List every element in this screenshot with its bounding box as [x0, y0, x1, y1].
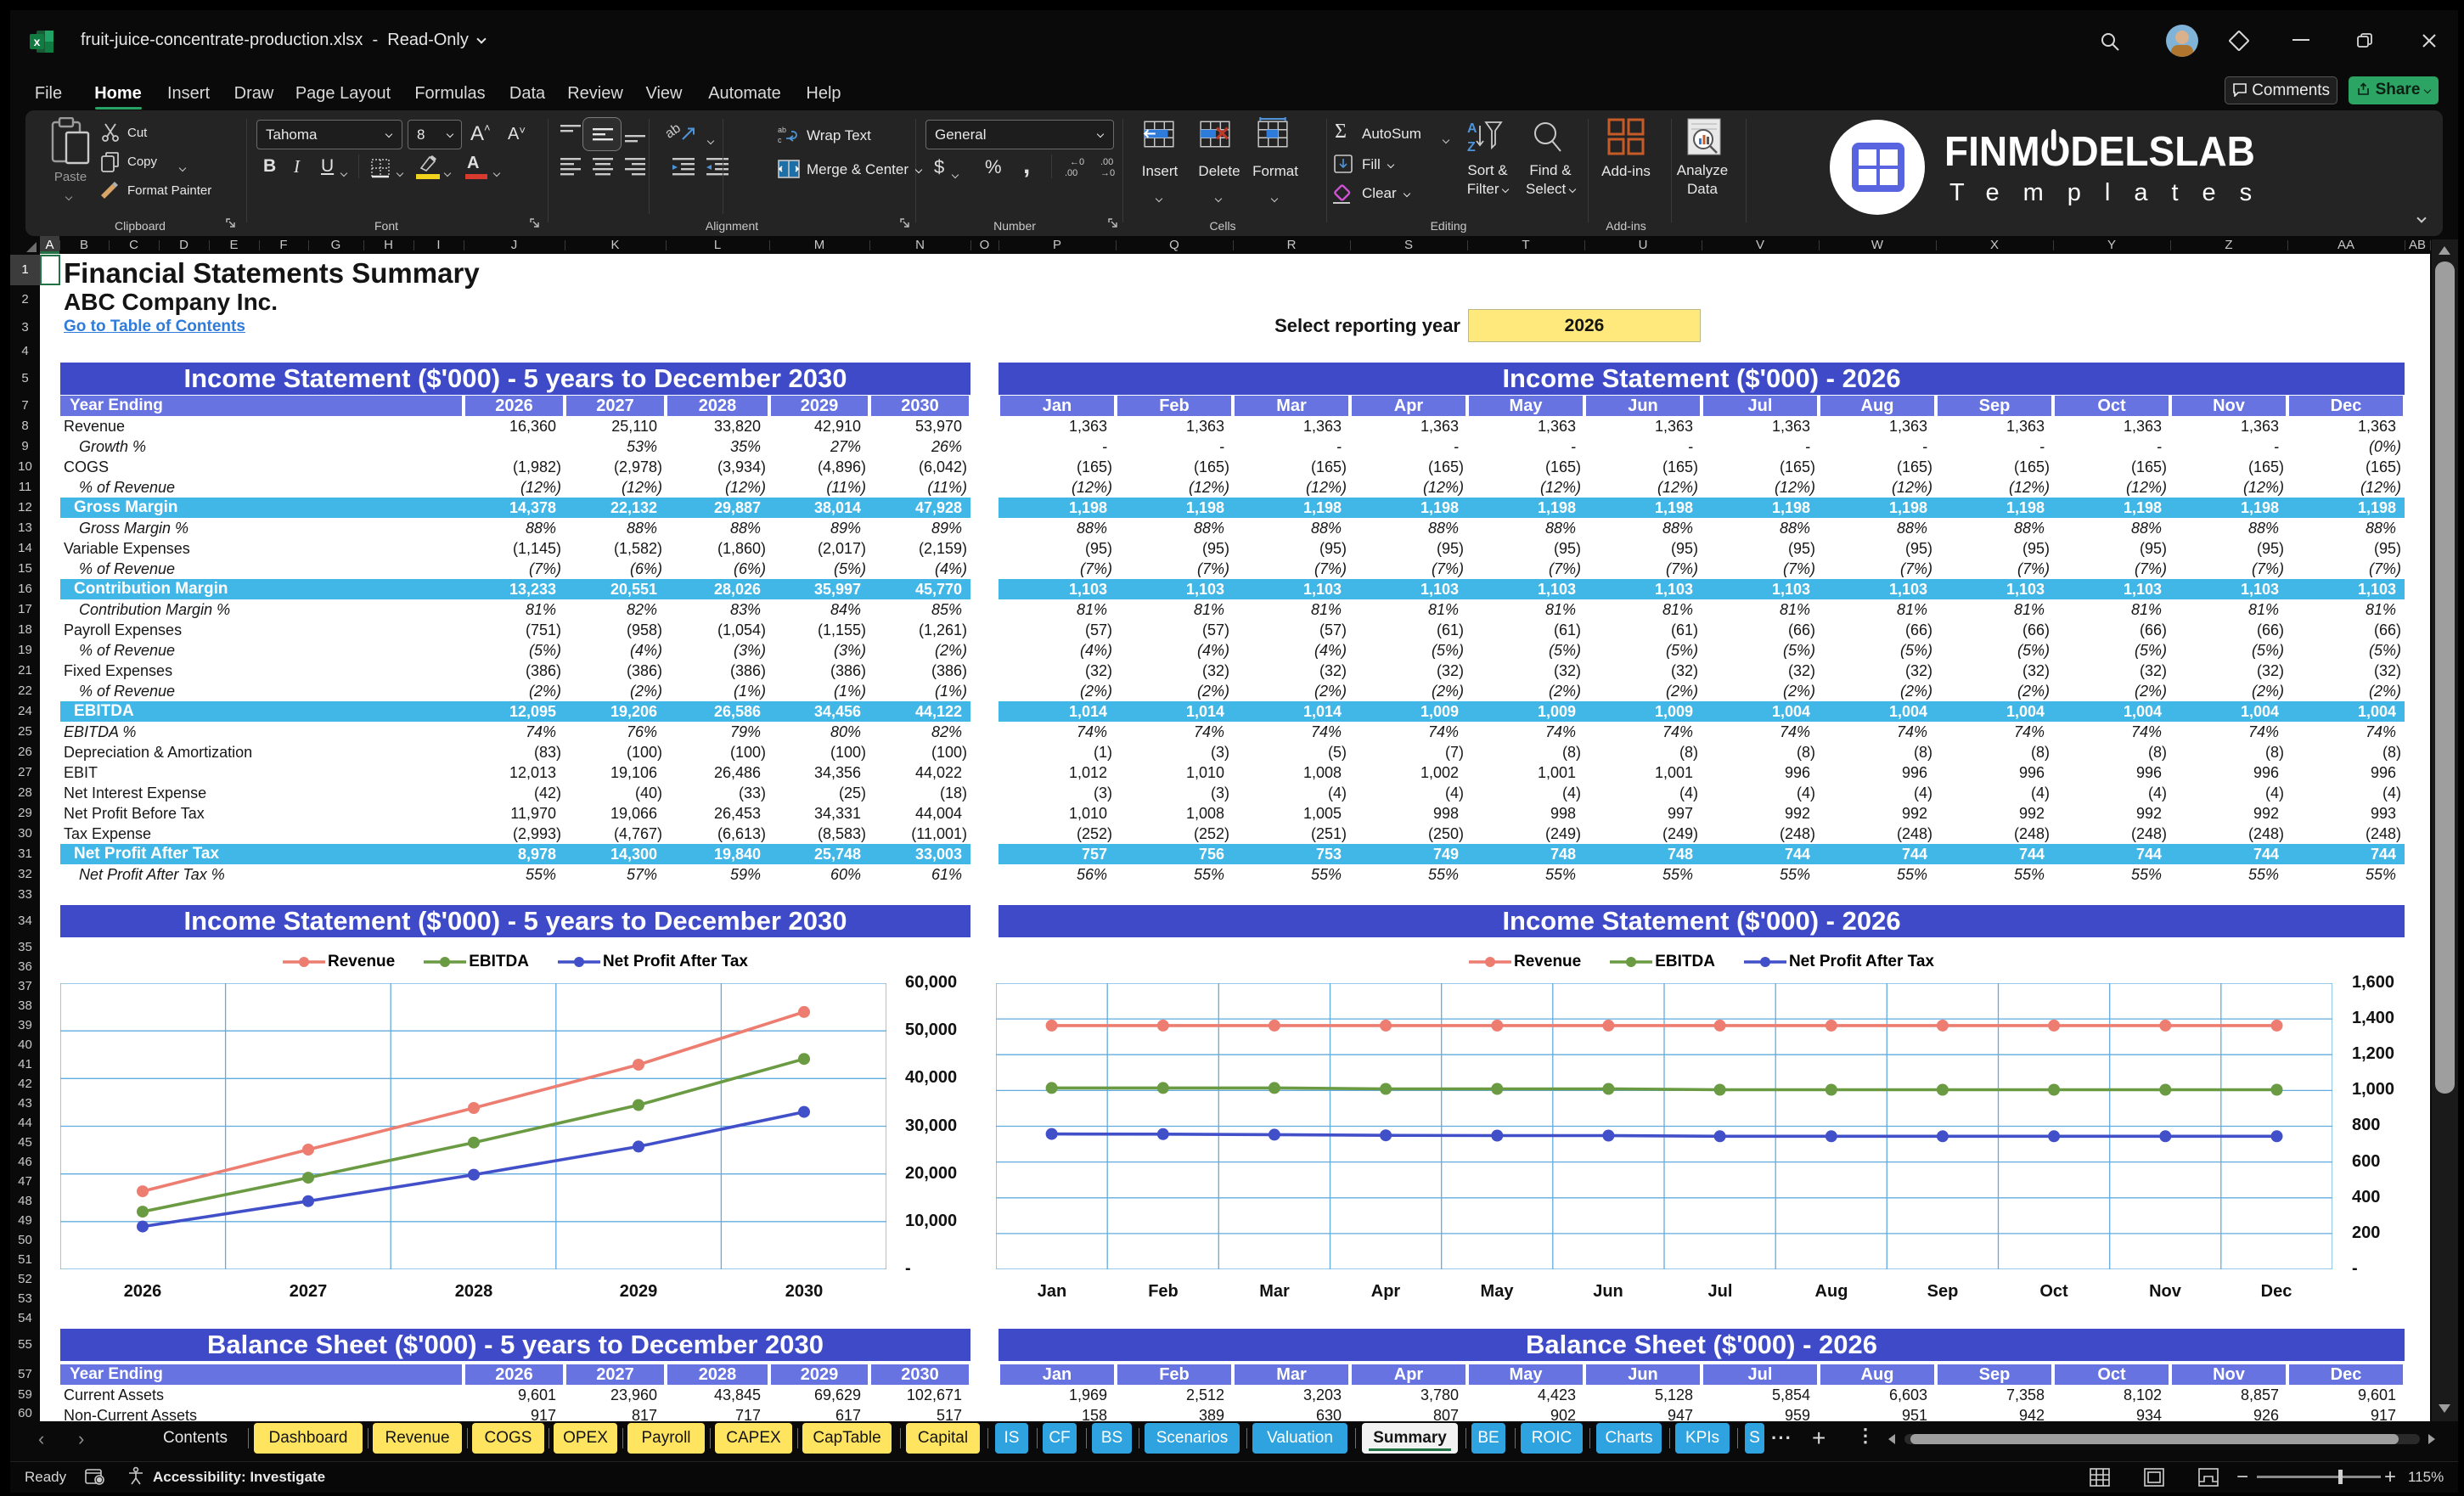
- svg-text:c: c: [778, 136, 782, 144]
- svg-text:x: x: [34, 35, 41, 48]
- svg-text:ab: ab: [778, 126, 786, 134]
- svg-text:←0: ←0: [1070, 157, 1084, 167]
- svg-text:A: A: [1467, 121, 1477, 136]
- svg-text:Z: Z: [1467, 140, 1476, 155]
- svg-text:.00: .00: [1065, 168, 1077, 178]
- svg-text:.00: .00: [1100, 157, 1113, 167]
- svg-text:→0: →0: [1100, 168, 1115, 178]
